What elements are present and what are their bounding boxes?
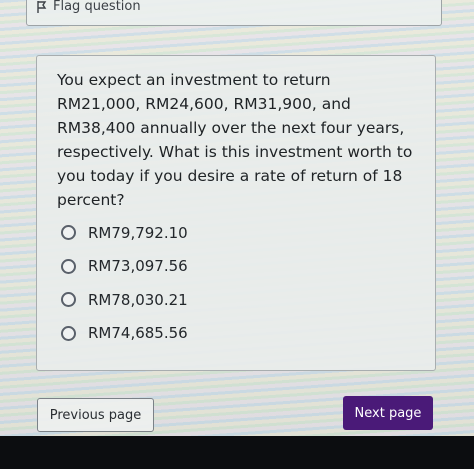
question-card: You expect an investment to return RM21,… <box>36 55 436 371</box>
screen-bezel <box>0 436 474 469</box>
answer-option-label[interactable]: RM79,792.10 <box>88 224 188 242</box>
next-page-button[interactable]: Next page <box>343 396 433 430</box>
previous-page-button[interactable]: Previous page <box>37 398 154 432</box>
answer-option-label[interactable]: RM78,030.21 <box>88 291 188 309</box>
answer-option[interactable]: RM74,685.56 <box>61 317 188 351</box>
answer-option-label[interactable]: RM74,685.56 <box>88 324 188 342</box>
radio-button[interactable] <box>61 225 76 241</box>
flag-icon[interactable] <box>37 0 47 13</box>
radio-button[interactable] <box>61 325 76 341</box>
flag-question-toggle[interactable]: Flag question <box>37 0 141 14</box>
answer-option[interactable]: RM73,097.56 <box>61 250 188 284</box>
answer-options: RM79,792.10 RM73,097.56 RM78,030.21 RM74… <box>61 216 188 350</box>
answer-option-label[interactable]: RM73,097.56 <box>88 257 188 275</box>
info-card: Flag question <box>26 0 442 26</box>
radio-button[interactable] <box>61 292 76 308</box>
flag-question-label[interactable]: Flag question <box>53 0 141 14</box>
radio-button[interactable] <box>61 258 76 274</box>
answer-option[interactable]: RM78,030.21 <box>61 283 188 317</box>
answer-option[interactable]: RM79,792.10 <box>61 216 188 250</box>
question-text: You expect an investment to return RM21,… <box>57 71 413 209</box>
